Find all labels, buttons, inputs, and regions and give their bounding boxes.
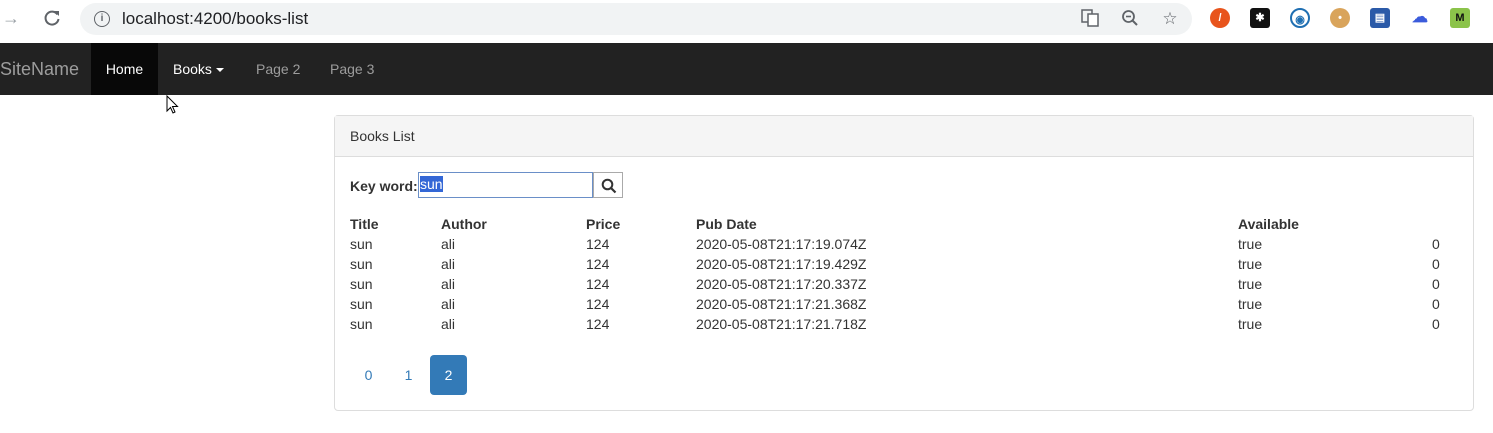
panel-title: Books List xyxy=(335,116,1473,157)
table-cell: sun xyxy=(350,276,373,292)
table-cell: 124 xyxy=(586,236,610,252)
extension-eye-icon[interactable]: ◉ xyxy=(1290,8,1310,28)
extension-cookie-icon[interactable]: • xyxy=(1330,8,1350,28)
table-cell: 0 xyxy=(1432,296,1440,312)
mouse-cursor-icon xyxy=(166,95,179,114)
table-cell: sun xyxy=(350,296,373,312)
table-cell: ali xyxy=(441,276,456,292)
address-bar[interactable]: i localhost:4200/books-list ☆ xyxy=(80,3,1192,35)
table-cell: 2020-05-08T21:17:21.368Z xyxy=(696,296,867,312)
table-cell: 0 xyxy=(1432,276,1440,292)
table-cell: sun xyxy=(350,316,373,332)
table-cell: ali xyxy=(441,316,456,332)
keyword-input[interactable]: sun xyxy=(418,172,593,198)
zoom-out-icon[interactable] xyxy=(1120,9,1140,29)
table-cell: 124 xyxy=(586,316,610,332)
nav-books-dropdown[interactable]: Books xyxy=(173,43,224,95)
table-cell: 0 xyxy=(1432,316,1440,332)
table-cell: 124 xyxy=(586,296,610,312)
extension-cloud-icon[interactable]: ☁ xyxy=(1410,8,1430,28)
bookmark-star-icon[interactable]: ☆ xyxy=(1160,9,1180,29)
table-cell: true xyxy=(1238,316,1263,332)
table-cell: true xyxy=(1238,256,1263,272)
table-cell: 2020-05-08T21:17:19.429Z xyxy=(696,256,867,272)
table-cell: true xyxy=(1238,276,1263,292)
nav-page-2[interactable]: Page 2 xyxy=(256,43,300,95)
table-cell: 2020-05-08T21:17:20.337Z xyxy=(696,276,867,292)
table-header: Price xyxy=(586,216,621,232)
extension-pen-icon[interactable]: / xyxy=(1210,8,1230,28)
table-cell: sun xyxy=(350,236,373,252)
table-cell: true xyxy=(1238,236,1263,252)
table-cell: 124 xyxy=(586,276,610,292)
table-cell: ali xyxy=(441,296,456,312)
browser-toolbar: → i localhost:4200/books-list ☆ / ✱ ◉ • … xyxy=(0,0,1493,42)
nav-page-3[interactable]: Page 3 xyxy=(330,43,374,95)
extension-color-icon[interactable]: ✱ xyxy=(1250,8,1270,28)
search-icon xyxy=(601,178,617,194)
table-cell: 0 xyxy=(1432,236,1440,252)
table-cell: sun xyxy=(350,256,373,272)
books-list-panel: Books List Key word: sun Title Author Pric… xyxy=(334,115,1474,411)
page-link[interactable]: 1 xyxy=(390,355,427,395)
translate-icon[interactable] xyxy=(1080,9,1100,29)
table-cell: ali xyxy=(441,236,456,252)
table-cell: 0 xyxy=(1432,256,1440,272)
table-cell: 2020-05-08T21:17:19.074Z xyxy=(696,236,867,252)
reload-icon[interactable] xyxy=(42,8,62,28)
table-cell: 124 xyxy=(586,256,610,272)
forward-arrow-icon[interactable]: → xyxy=(2,8,22,28)
info-icon[interactable]: i xyxy=(94,11,110,27)
page-link[interactable]: 0 xyxy=(350,355,387,395)
page-link[interactable]: 2 xyxy=(430,355,467,395)
keyword-input-value: sun xyxy=(420,176,443,192)
table-header: Author xyxy=(441,216,487,232)
search-button[interactable] xyxy=(593,172,623,198)
nav-books-label: Books xyxy=(173,61,212,77)
keyword-label: Key word: xyxy=(350,178,418,194)
site-navbar: SiteName Home Books Page 2 Page 3 xyxy=(0,43,1493,95)
extension-book-icon[interactable]: ▤ xyxy=(1370,8,1390,28)
table-header: Available xyxy=(1238,216,1299,232)
table-header: Pub Date xyxy=(696,216,757,232)
site-brand[interactable]: SiteName xyxy=(0,59,79,80)
caret-down-icon xyxy=(215,68,224,73)
nav-home[interactable]: Home xyxy=(91,43,158,95)
extension-m-icon[interactable]: M xyxy=(1450,8,1470,28)
table-cell: true xyxy=(1238,296,1263,312)
table-header: Title xyxy=(350,216,379,232)
table-cell: ali xyxy=(441,256,456,272)
table-cell: 2020-05-08T21:17:21.718Z xyxy=(696,316,867,332)
url-text[interactable]: localhost:4200/books-list xyxy=(122,9,308,29)
